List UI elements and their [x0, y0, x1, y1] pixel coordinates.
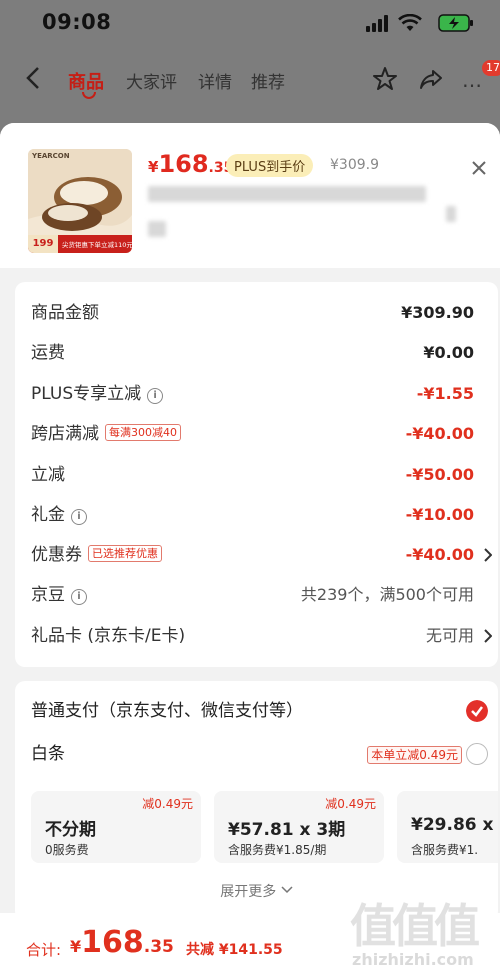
- site-watermark: 值值值 zhizhizhi.com: [350, 899, 480, 969]
- row-cross-store-discount: 跨店满减 每满300减40 -¥40.00: [31, 424, 474, 444]
- notification-badge: 17: [482, 60, 500, 76]
- status-time: 09:08: [42, 10, 112, 34]
- total-saved: 共减 ¥141.55: [186, 942, 283, 958]
- checked-icon: [466, 700, 488, 722]
- installment-plan-3[interactable]: 减0.49元 ¥57.81 x 3期 含服务费¥1.85/期: [214, 791, 384, 863]
- plus-price-tag: PLUS到手价: [226, 154, 314, 177]
- product-thumbnail[interactable]: YEARCON 199 尖货钜惠下单立减110元: [28, 149, 132, 253]
- info-icon[interactable]: i: [147, 388, 164, 404]
- blurred-product-title: [446, 206, 456, 222]
- close-icon[interactable]: [470, 159, 488, 177]
- thumb-note: 尖货钜惠下单立减110元: [62, 241, 132, 249]
- baitiao-discount-tag: 本单立减0.49元: [367, 746, 462, 764]
- thumb-brand: YEARCON: [32, 152, 70, 160]
- price-breakdown-card: 商品金额 ¥309.90 运费 ¥0.00 PLUS专享立减 i -¥1.55 跨…: [15, 282, 498, 667]
- thumb-price-banner: 199 尖货钜惠下单立减110元: [28, 235, 132, 253]
- chevron-right-icon: [484, 629, 492, 643]
- installment-plan-6[interactable]: ¥29.86 x 含服务费¥1.: [397, 791, 498, 863]
- row-coupon[interactable]: 优惠券 已选推荐优惠 -¥40.00: [31, 540, 492, 570]
- chevron-right-icon: [484, 548, 492, 562]
- row-gift-money: 礼金 i -¥10.00: [31, 505, 474, 525]
- payment-method-card: 普通支付（京东支付、微信支付等） 白条 本单立减0.49元 减0.49元 不分期…: [15, 681, 498, 921]
- tab-details[interactable]: 详情: [198, 68, 232, 93]
- more-icon[interactable]: …: [462, 68, 483, 92]
- product-navbar: 商品 大家评 详情 推荐 … 17: [0, 58, 500, 104]
- row-plus-discount: PLUS专享立减 i -¥1.55: [31, 384, 474, 404]
- total-amount: ¥168.35: [70, 925, 174, 960]
- installment-plan-none[interactable]: 减0.49元 不分期 0服务费: [31, 791, 201, 863]
- blurred-product-title: [148, 186, 426, 202]
- tab-product[interactable]: 商品: [68, 68, 104, 99]
- tab-recommend[interactable]: 推荐: [251, 68, 285, 93]
- product-header: YEARCON 199 尖货钜惠下单立减110元 ¥168.35 PLUS到手价…: [0, 123, 500, 268]
- thumb-price: 199: [28, 235, 58, 253]
- chevron-down-icon: [281, 886, 293, 894]
- payment-option-baitiao[interactable]: 白条 本单立减0.49元: [31, 738, 488, 770]
- info-icon[interactable]: i: [71, 589, 87, 605]
- tab-active-indicator: [82, 92, 96, 99]
- favorite-star-icon[interactable]: [372, 66, 398, 92]
- product-price: ¥168.35: [148, 150, 234, 178]
- radio-unchecked[interactable]: [466, 743, 488, 765]
- row-instant-discount: 立减 -¥50.00: [31, 465, 474, 485]
- total-label: 合计:: [26, 941, 62, 959]
- share-icon[interactable]: [418, 66, 444, 92]
- coupon-selected-tag: 已选推荐优惠: [88, 545, 162, 562]
- wifi-icon: [398, 14, 422, 31]
- payment-option-standard[interactable]: 普通支付（京东支付、微信支付等）: [31, 695, 488, 727]
- status-bar: 09:08: [0, 0, 500, 46]
- checkout-sheet: YEARCON 199 尖货钜惠下单立减110元 ¥168.35 PLUS到手价…: [0, 123, 500, 975]
- row-shipping: 运费 ¥0.00: [31, 343, 474, 363]
- back-arrow-icon[interactable]: [22, 64, 46, 92]
- discount-rule-tag: 每满300减40: [105, 424, 181, 441]
- status-icons: [354, 14, 474, 32]
- original-price: ¥309.9: [330, 157, 379, 173]
- row-jingdou: 京豆 i 共239个，满500个可用: [31, 585, 474, 605]
- battery-charging-icon: [438, 14, 473, 32]
- blurred-product-title: [148, 221, 166, 237]
- info-icon[interactable]: i: [71, 509, 87, 525]
- signal-icon: [366, 14, 392, 32]
- row-gift-card[interactable]: 礼品卡 (京东卡/E卡) 无可用: [31, 621, 492, 651]
- row-goods-amount: 商品金额 ¥309.90: [31, 303, 474, 323]
- tab-reviews[interactable]: 大家评: [126, 68, 177, 93]
